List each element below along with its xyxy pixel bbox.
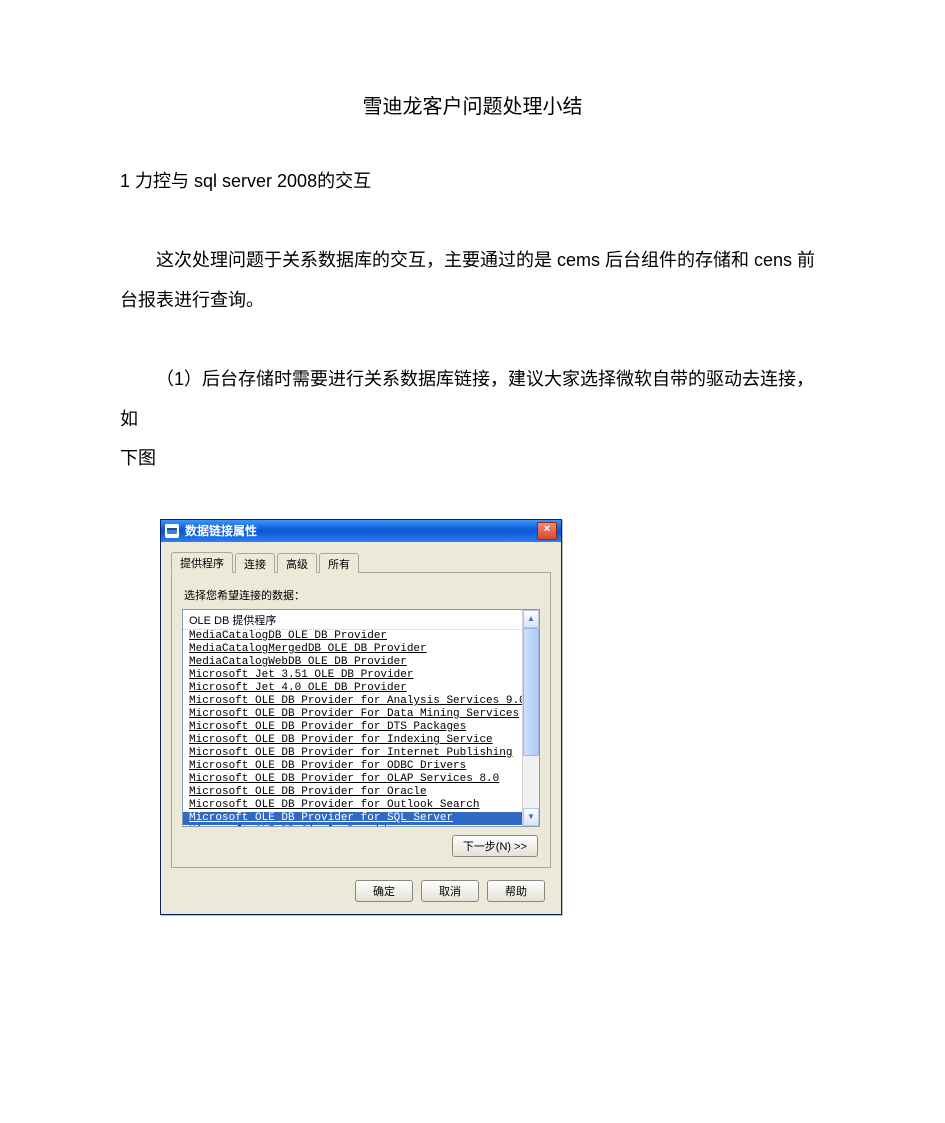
tab-provider[interactable]: 提供程序 (171, 552, 233, 573)
list-item[interactable]: Microsoft Jet 3.51 OLE DB Provider (183, 669, 522, 682)
dialog-body: 提供程序 连接 高级 所有 选择您希望连接的数据： OLE DB 提供程序 Me… (161, 542, 561, 914)
provider-list[interactable]: OLE DB 提供程序 MediaCatalogDB OLE DB Provid… (183, 610, 522, 826)
paragraph-2: （1）后台存储时需要进行关系数据库链接，建议大家选择微软自带的驱动去连接，如 下… (120, 360, 825, 479)
list-column-header: OLE DB 提供程序 (183, 610, 522, 630)
list-item[interactable]: Microsoft OLE DB Provider for Analysis S… (183, 695, 522, 708)
tab-all[interactable]: 所有 (319, 553, 359, 573)
window-icon (165, 524, 179, 538)
list-item[interactable]: Microsoft OLE DB Provider for Outlook Se… (183, 799, 522, 812)
document-title: 雪迪龙客户问题处理小结 (120, 90, 825, 119)
dialog-title: 数据链接属性 (185, 522, 257, 539)
scroll-thumb[interactable] (523, 628, 539, 756)
tab-connection[interactable]: 连接 (235, 553, 275, 573)
document-page: 雪迪龙客户问题处理小结 1 力控与 sql server 2008的交互 这次处… (0, 0, 945, 1123)
list-item[interactable]: Microsoft OLE DB Provider for SQL Server (183, 812, 522, 825)
next-button[interactable]: 下一步(N) >> (452, 835, 538, 857)
list-item[interactable]: Microsoft OLE DB Provider for Internet P… (183, 747, 522, 760)
dialog-button-row: 确定 取消 帮助 (171, 878, 551, 902)
data-link-properties-dialog: 数据链接属性 × 提供程序 连接 高级 所有 选择您希望连接的数据： (160, 519, 562, 915)
dialog-titlebar[interactable]: 数据链接属性 × (161, 520, 561, 542)
provider-listbox[interactable]: OLE DB 提供程序 MediaCatalogDB OLE DB Provid… (182, 609, 540, 827)
close-button[interactable]: × (537, 522, 557, 540)
cancel-button[interactable]: 取消 (421, 880, 479, 902)
paragraph-1: 这次处理问题于关系数据库的交互，主要通过的是 cems 后台组件的存储和 cen… (120, 241, 825, 320)
tab-panel-provider: 选择您希望连接的数据： OLE DB 提供程序 MediaCatalogDB O… (171, 573, 551, 868)
list-item[interactable]: Microsoft OLE DB Provider for ODBC Drive… (183, 760, 522, 773)
scroll-up-button[interactable]: ▲ (523, 610, 539, 628)
prompt-label: 选择您希望连接的数据： (184, 587, 540, 603)
list-item[interactable]: Microsoft OLE DB Simple Provider (183, 825, 522, 826)
tab-advanced[interactable]: 高级 (277, 553, 317, 573)
chevron-down-icon: ▼ (527, 812, 535, 821)
help-button[interactable]: 帮助 (487, 880, 545, 902)
next-button-row: 下一步(N) >> (182, 835, 538, 857)
ok-button[interactable]: 确定 (355, 880, 413, 902)
paragraph-2-line1: （1）后台存储时需要进行关系数据库链接，建议大家选择微软自带的驱动去连接，如 (120, 369, 814, 429)
vertical-scrollbar[interactable]: ▲ ▼ (522, 610, 539, 826)
list-item[interactable]: MediaCatalogWebDB OLE DB Provider (183, 656, 522, 669)
scroll-track[interactable] (523, 628, 539, 808)
close-icon: × (544, 524, 550, 535)
list-item[interactable]: Microsoft OLE DB Provider for Indexing S… (183, 734, 522, 747)
chevron-up-icon: ▲ (527, 614, 535, 623)
scroll-down-button[interactable]: ▼ (523, 808, 539, 826)
list-item[interactable]: Microsoft OLE DB Provider for Oracle (183, 786, 522, 799)
list-item[interactable]: Microsoft OLE DB Provider for DTS Packag… (183, 721, 522, 734)
embedded-screenshot: 数据链接属性 × 提供程序 连接 高级 所有 选择您希望连接的数据： (160, 519, 825, 915)
section-heading-1: 1 力控与 sql server 2008的交互 (120, 167, 825, 193)
paragraph-2-line2: 下图 (120, 448, 156, 468)
list-item[interactable]: MediaCatalogMergedDB OLE DB Provider (183, 643, 522, 656)
list-item[interactable]: Microsoft OLE DB Provider for OLAP Servi… (183, 773, 522, 786)
list-item[interactable]: Microsoft OLE DB Provider For Data Minin… (183, 708, 522, 721)
list-item[interactable]: MediaCatalogDB OLE DB Provider (183, 630, 522, 643)
list-item[interactable]: Microsoft Jet 4.0 OLE DB Provider (183, 682, 522, 695)
tabstrip: 提供程序 连接 高级 所有 (171, 552, 551, 573)
